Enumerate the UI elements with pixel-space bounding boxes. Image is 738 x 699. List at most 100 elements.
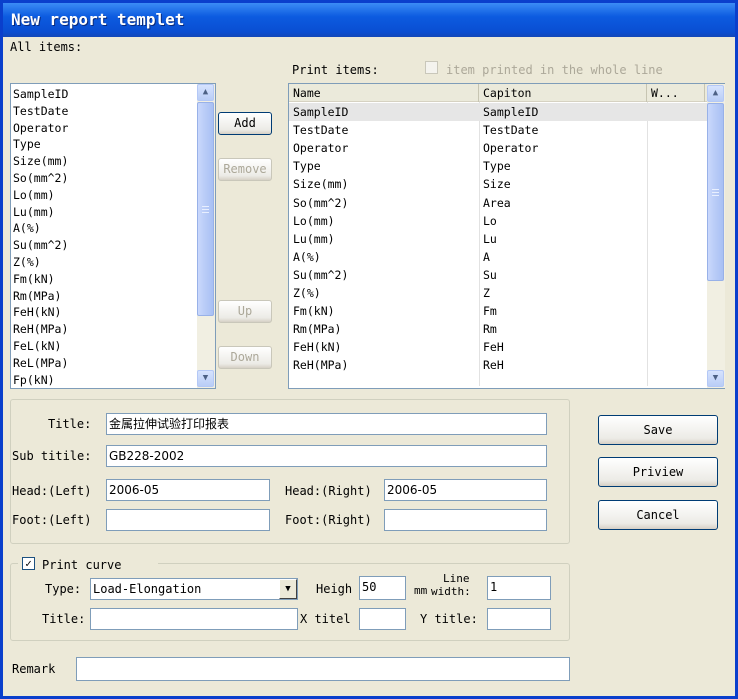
add-button[interactable]: Add xyxy=(218,112,272,135)
curve-type-select[interactable]: Load-Elongation ▼ xyxy=(90,578,298,600)
scroll-down-icon[interactable]: ▼ xyxy=(197,370,214,387)
table-row[interactable]: So(mm^2) Area xyxy=(289,194,707,212)
all-items-scrollbar[interactable]: ▲ ▼ xyxy=(197,84,215,388)
table-row[interactable]: Rm(MPa) Rm xyxy=(289,320,707,338)
column-header-caption[interactable]: Capiton xyxy=(479,84,647,102)
scroll-up-icon[interactable]: ▲ xyxy=(707,85,724,102)
foot-left-label: Foot:(Left) xyxy=(12,513,92,527)
height-label: Heigh xyxy=(316,582,353,596)
cell-caption: Fm xyxy=(483,304,497,319)
x-title-input[interactable] xyxy=(359,608,406,630)
cell-caption: TestDate xyxy=(483,123,539,138)
list-item[interactable]: Type xyxy=(11,136,194,153)
table-row[interactable]: Su(mm^2) Su xyxy=(289,266,707,284)
list-item[interactable]: So(mm^2) xyxy=(11,170,194,187)
y-title-label: Y title: xyxy=(420,612,478,626)
cell-caption: Lo xyxy=(483,213,497,228)
all-items-list: SampleID TestDate Operator Type Size(mm) So(m… xyxy=(11,86,194,388)
print-items-grid[interactable]: Name Capiton W... SampleID SampleID TestDa… xyxy=(288,83,725,389)
grid-header: Name Capiton W... xyxy=(289,84,707,102)
table-row[interactable]: Size(mm) Size xyxy=(289,175,707,193)
cell-name: Z(%) xyxy=(293,286,321,300)
line-width-label-top: Line xyxy=(443,572,470,585)
table-row[interactable]: ReH(MPa) ReH xyxy=(289,356,707,374)
foot-left-input[interactable] xyxy=(106,509,270,531)
cell-caption: Size xyxy=(483,177,511,192)
cell-caption: ReH xyxy=(483,358,504,373)
list-item[interactable]: SampleID xyxy=(11,86,194,103)
list-item[interactable]: Size(mm) xyxy=(11,153,194,170)
chevron-down-icon[interactable]: ▼ xyxy=(279,579,297,599)
whole-line-checkbox[interactable] xyxy=(425,61,438,74)
list-item[interactable]: A(%) xyxy=(11,220,194,237)
remove-button[interactable]: Remove xyxy=(218,158,272,181)
table-row[interactable]: Lo(mm) Lo xyxy=(289,212,707,230)
remark-input[interactable] xyxy=(76,657,570,681)
cell-caption: Z xyxy=(483,286,490,300)
scroll-thumb[interactable] xyxy=(707,103,724,281)
print-curve-checkbox[interactable]: ✓ xyxy=(22,557,35,570)
column-header-width[interactable]: W... xyxy=(647,84,705,102)
list-item[interactable]: FeL(kN) xyxy=(11,338,194,355)
column-header-name[interactable]: Name xyxy=(289,84,479,102)
list-item[interactable]: Fp(kN) xyxy=(11,372,194,389)
list-item[interactable]: Operator xyxy=(11,120,194,137)
cell-caption: Lu xyxy=(483,231,497,246)
scroll-up-icon[interactable]: ▲ xyxy=(197,84,214,101)
print-items-scrollbar[interactable]: ▲ ▼ xyxy=(707,84,725,388)
scroll-down-icon[interactable]: ▼ xyxy=(707,370,724,387)
table-row[interactable]: TestDate TestDate xyxy=(289,121,707,139)
table-row[interactable]: Type Type xyxy=(289,157,707,175)
up-button[interactable]: Up xyxy=(218,300,272,323)
table-row[interactable]: A(%) A xyxy=(289,248,707,266)
cell-name: FeH(kN) xyxy=(293,340,342,355)
head-right-label: Head:(Right) xyxy=(285,484,372,498)
list-item[interactable]: FeH(kN) xyxy=(11,304,194,321)
all-items-listbox[interactable]: SampleID TestDate Operator Type Size(mm) So(m… xyxy=(10,83,216,389)
cell-caption: Area xyxy=(483,195,511,210)
y-title-input[interactable] xyxy=(487,608,551,630)
table-row[interactable]: Operator Operator xyxy=(289,139,707,157)
list-item[interactable]: Lu(mm) xyxy=(11,204,194,221)
table-row[interactable]: SampleID SampleID xyxy=(289,103,707,121)
head-left-input[interactable]: 2006-05 xyxy=(106,479,270,501)
list-item[interactable]: TestDate xyxy=(11,103,194,120)
list-item[interactable]: Su(mm^2) xyxy=(11,237,194,254)
title-input[interactable]: 金属拉伸试验打印报表 xyxy=(106,413,547,435)
height-input[interactable]: 50 xyxy=(359,576,406,600)
cell-name: Lu(mm) xyxy=(293,231,335,246)
line-width-input[interactable]: 1 xyxy=(487,576,551,600)
down-button[interactable]: Down xyxy=(218,346,272,369)
list-item[interactable]: Rm(MPa) xyxy=(11,288,194,305)
x-title-label: X titel xyxy=(300,612,351,626)
preview-button[interactable]: Priview xyxy=(598,457,718,487)
cell-caption: SampleID xyxy=(483,105,539,119)
table-row[interactable]: FeH(kN) FeH xyxy=(289,338,707,356)
table-row[interactable]: Z(%) Z xyxy=(289,284,707,302)
list-item[interactable]: ReH(MPa) xyxy=(11,321,194,338)
all-items-label: All items: xyxy=(10,40,83,54)
list-item[interactable]: Lo(mm) xyxy=(11,187,194,204)
table-row[interactable]: Lu(mm) Lu xyxy=(289,230,707,248)
foot-right-input[interactable] xyxy=(384,509,547,531)
cell-name: Fm(kN) xyxy=(293,304,335,319)
list-item[interactable]: Fm(kN) xyxy=(11,271,194,288)
scroll-thumb[interactable] xyxy=(197,102,214,316)
cell-caption: Type xyxy=(483,159,511,174)
curve-title-input[interactable] xyxy=(90,608,298,630)
head-right-input[interactable]: 2006-05 xyxy=(384,479,547,501)
cancel-button[interactable]: Cancel xyxy=(598,500,718,530)
table-row[interactable]: Fm(kN) Fm xyxy=(289,302,707,320)
cell-caption: A xyxy=(483,249,490,264)
cell-name: Size(mm) xyxy=(293,177,349,192)
cell-name: SampleID xyxy=(293,105,349,119)
list-item[interactable]: ReL(MPa) xyxy=(11,355,194,372)
print-curve-label: Print curve xyxy=(42,558,122,572)
remark-label: Remark xyxy=(12,662,56,676)
height-unit: mm xyxy=(414,584,428,597)
save-button[interactable]: Save xyxy=(598,415,718,445)
list-item[interactable]: Z(%) xyxy=(11,254,194,271)
cell-name: A(%) xyxy=(293,249,321,264)
cell-caption: Operator xyxy=(483,141,539,156)
subtitle-input[interactable]: GB228-2002 xyxy=(106,445,547,467)
